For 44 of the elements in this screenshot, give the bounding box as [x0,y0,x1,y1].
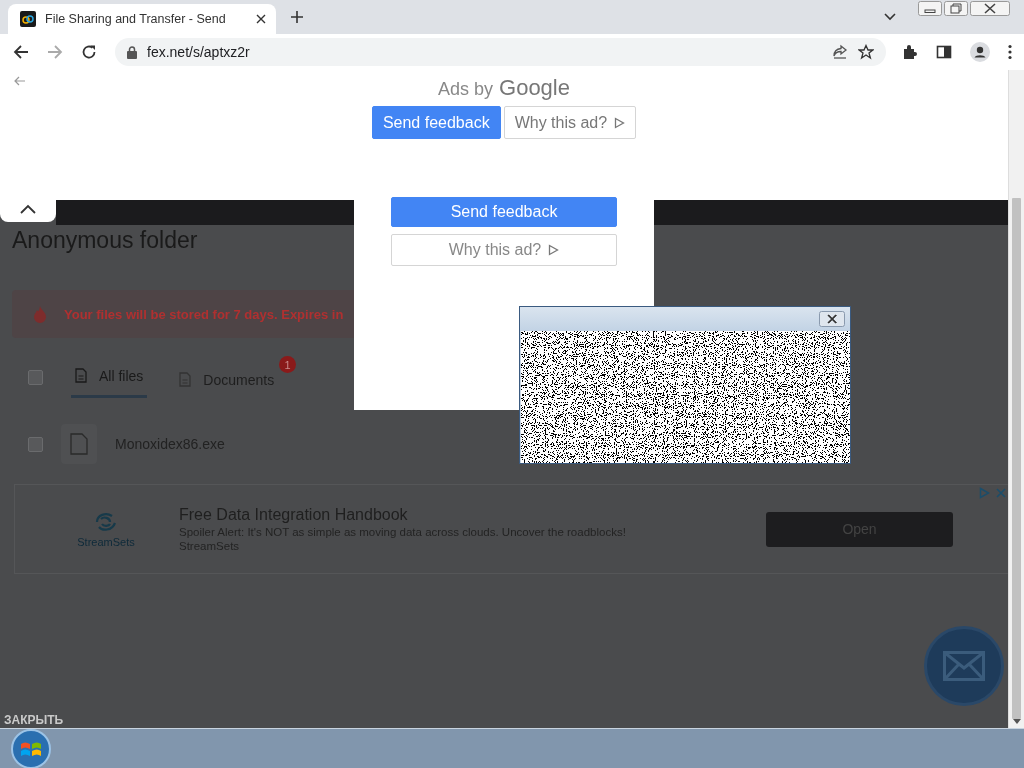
profile-avatar-icon[interactable] [970,42,990,62]
flame-icon [32,305,48,323]
swirl-logo-icon [93,510,119,534]
side-panel-icon[interactable] [936,44,952,60]
row-checkbox[interactable] [28,436,43,452]
restore-icon[interactable] [944,1,968,16]
scrollbar[interactable] [1008,70,1024,728]
send-feedback-button[interactable]: Send feedback [391,197,617,227]
start-orb-icon[interactable] [9,728,53,768]
back-arrow-icon[interactable] [13,44,29,60]
file-icon [70,433,88,455]
why-this-ad-button[interactable]: Why this ad? [391,234,617,266]
why-this-ad-button[interactable]: Why this ad? [503,106,637,139]
close-icon[interactable] [256,14,266,24]
address-bar[interactable]: fex.net/s/aptxz2r [115,38,886,66]
document-icon [179,372,192,387]
play-outline-icon [614,116,626,129]
scroll-down-arrow-icon[interactable] [1012,719,1021,724]
minimize-icon[interactable] [918,1,942,16]
select-all-checkbox[interactable] [28,369,43,385]
chevron-down-icon[interactable] [884,13,896,21]
star-icon[interactable] [858,44,874,60]
count-badge: 1 [279,356,297,373]
ads-by-label: Ads by [438,79,494,100]
envelope-icon [943,651,985,681]
reload-icon[interactable] [81,44,97,60]
close-icon[interactable] [970,1,1010,16]
plus-icon[interactable] [290,10,304,24]
more-menu-icon[interactable] [1008,44,1012,60]
play-outline-icon [548,244,560,256]
puzzle-piece-icon[interactable] [902,44,918,60]
browser-tab[interactable]: File Sharing and Transfer - Send [8,4,276,34]
document-icon [75,368,87,383]
close-link[interactable]: ЗАКРЫТЬ [0,712,68,728]
chevron-up-icon [20,203,36,214]
site-logo-icon [20,11,36,27]
scroll-thumb[interactable] [1012,198,1021,719]
notice-text: Your files will be stored for 7 days. Expires in [64,306,344,322]
lock-icon [127,45,137,59]
send-feedback-button[interactable]: Send feedback [371,106,501,139]
share-icon[interactable] [832,44,848,60]
close-icon[interactable] [819,311,845,327]
brand-name: StreamSets [77,536,135,548]
ads-brand-label: Google [499,75,570,101]
